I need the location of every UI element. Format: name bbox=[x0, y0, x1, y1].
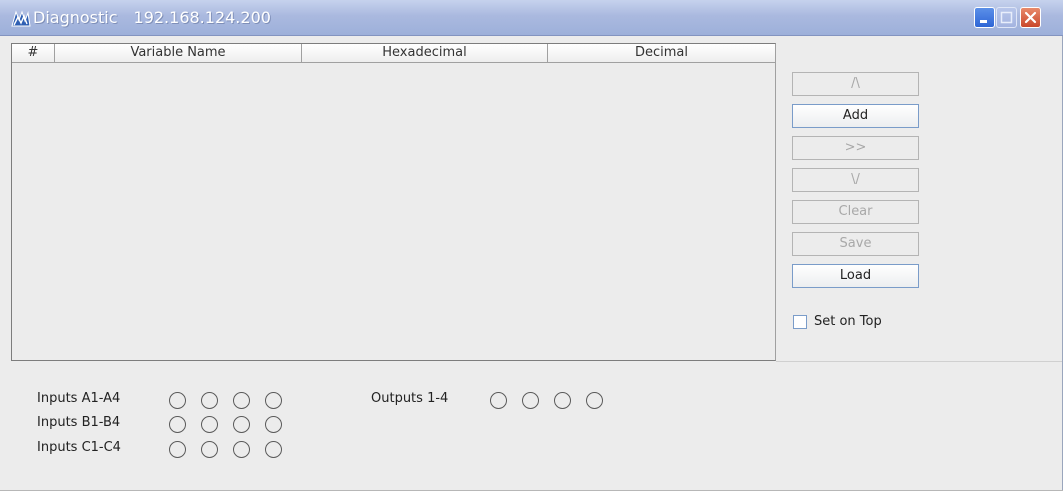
input-c4-indicator bbox=[265, 441, 282, 458]
input-a1-indicator bbox=[169, 392, 186, 409]
input-b2-indicator bbox=[201, 416, 218, 433]
inputs-a-label: Inputs A1-A4 bbox=[37, 391, 121, 406]
set-on-top-label: Set on Top bbox=[814, 314, 882, 329]
input-b4-indicator bbox=[265, 416, 282, 433]
panel-divider bbox=[776, 361, 1062, 362]
diagnostic-app-icon bbox=[11, 10, 31, 27]
move-up-button[interactable]: /\ bbox=[792, 72, 919, 96]
input-a4-indicator bbox=[265, 392, 282, 409]
add-button[interactable]: Add bbox=[792, 104, 919, 128]
title-bar[interactable]: Diagnostic 192.168.124.200 bbox=[0, 0, 1063, 36]
column-header-hexadecimal[interactable]: Hexadecimal bbox=[302, 44, 548, 62]
minimize-button[interactable] bbox=[974, 7, 995, 28]
minimize-icon bbox=[980, 20, 987, 23]
save-button[interactable]: Save bbox=[792, 232, 919, 256]
input-c3-indicator bbox=[233, 441, 250, 458]
forward-button[interactable]: >> bbox=[792, 136, 919, 160]
variable-table[interactable]: # Variable Name Hexadecimal Decimal bbox=[11, 43, 776, 361]
column-header-number[interactable]: # bbox=[12, 44, 55, 62]
maximize-icon bbox=[1000, 11, 1013, 24]
device-address: 192.168.124.200 bbox=[133, 8, 271, 27]
input-b3-indicator bbox=[233, 416, 250, 433]
close-icon bbox=[1024, 11, 1037, 24]
output-4-indicator bbox=[586, 392, 603, 409]
close-button[interactable] bbox=[1020, 7, 1041, 28]
column-header-variable-name[interactable]: Variable Name bbox=[55, 44, 302, 62]
output-3-indicator bbox=[554, 392, 571, 409]
maximize-button[interactable] bbox=[996, 7, 1017, 28]
input-a2-indicator bbox=[201, 392, 218, 409]
outputs-label: Outputs 1-4 bbox=[371, 391, 449, 406]
move-down-button[interactable]: \/ bbox=[792, 168, 919, 192]
input-c2-indicator bbox=[201, 441, 218, 458]
table-header: # Variable Name Hexadecimal Decimal bbox=[12, 44, 776, 63]
column-header-decimal[interactable]: Decimal bbox=[548, 44, 776, 62]
output-2-indicator bbox=[522, 392, 539, 409]
clear-button[interactable]: Clear bbox=[792, 200, 919, 224]
inputs-c-label: Inputs C1-C4 bbox=[37, 440, 121, 455]
diagnostic-window: Diagnostic 192.168.124.200 # Variable Nam… bbox=[0, 0, 1063, 491]
input-c1-indicator bbox=[169, 441, 186, 458]
input-a3-indicator bbox=[233, 392, 250, 409]
inputs-b-label: Inputs B1-B4 bbox=[37, 415, 121, 430]
output-1-indicator bbox=[490, 392, 507, 409]
input-b1-indicator bbox=[169, 416, 186, 433]
set-on-top-checkbox[interactable] bbox=[793, 315, 807, 329]
window-title: Diagnostic 192.168.124.200 bbox=[33, 8, 271, 27]
load-button[interactable]: Load bbox=[792, 264, 919, 288]
title-label: Diagnostic bbox=[33, 8, 118, 27]
